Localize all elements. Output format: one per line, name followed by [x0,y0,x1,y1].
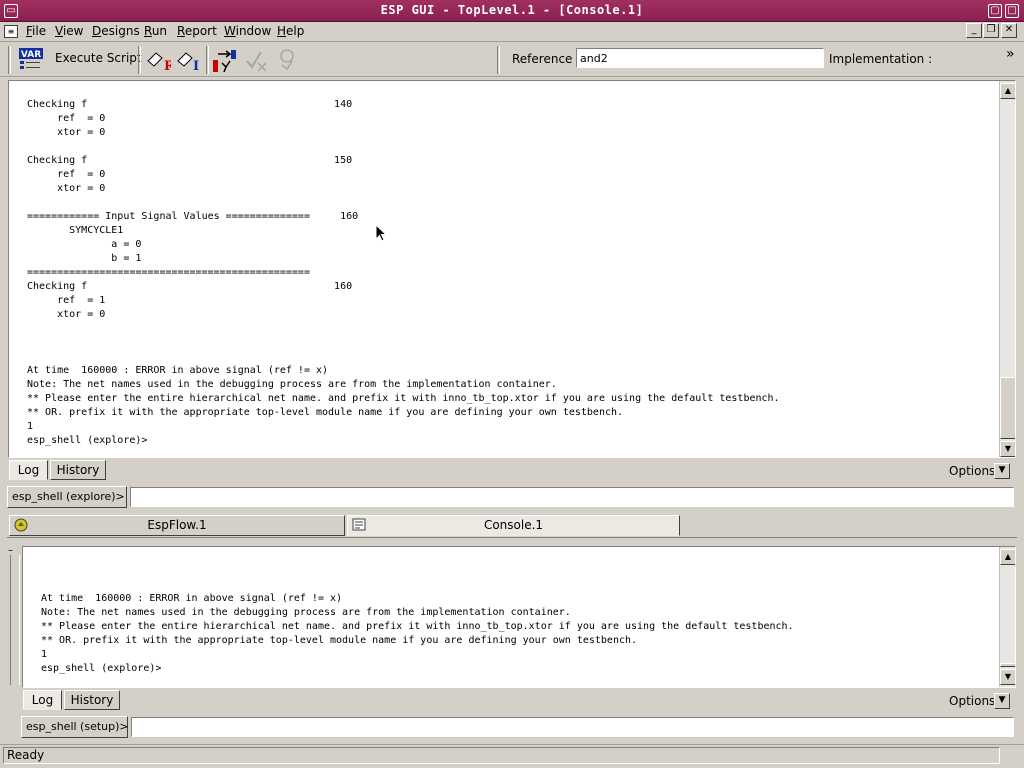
scroll-up-icon[interactable]: ▲ [1000,83,1015,99]
toolbar: VAR Execute Script R I Reference : I [0,43,1024,77]
maximize-icon[interactable]: □ [1005,4,1019,18]
lower-shell-prompt-button[interactable]: esp_shell (setup)> [21,716,129,738]
debug-disabled-icon [274,47,300,73]
upper-shell-input[interactable] [130,487,1014,507]
lower-tab-history[interactable]: History [64,690,120,710]
upper-tab-history[interactable]: History [50,460,106,480]
menu-help[interactable]: Help [277,24,304,38]
mdi-close-icon[interactable]: ✕ [1001,23,1017,38]
upper-options-dropdown-icon[interactable]: ▼ [994,463,1010,479]
document-menu-icon[interactable]: ≡ [4,25,18,38]
reference-input[interactable] [576,48,824,68]
restore-icon[interactable]: ▢ [988,4,1002,18]
scroll-thumb[interactable] [1000,663,1015,667]
scroll-thumb[interactable] [1000,377,1015,439]
svg-text:VAR: VAR [21,50,41,60]
upper-shell-prompt-button[interactable]: esp_shell (explore)> [7,486,127,508]
scroll-up-icon[interactable]: ▲ [1000,549,1015,565]
upper-tab-log[interactable]: Log [9,460,48,480]
lower-console-scrollbar[interactable]: ▲ ▼ [999,547,1015,687]
reference-label: Reference : [512,52,581,66]
lower-console-panel: – At time 160000 : ERROR in above signal… [0,541,1024,691]
upper-console-text: Checking f 140 ref = 0 xtor = 0 Checking… [27,99,780,446]
mouse-cursor-icon [375,224,387,242]
svg-text:R: R [164,59,171,73]
menu-window[interactable]: Window [224,24,271,38]
toolbar-separator [206,46,209,74]
menu-view[interactable]: View [55,24,83,38]
execute-script-button[interactable]: Execute Script [55,51,142,65]
toolbar-separator [138,46,141,74]
menu-run[interactable]: Run [144,24,167,38]
status-bar: Ready [0,744,1024,766]
status-text: Ready [3,747,1000,764]
run-compare-icon[interactable] [212,47,238,73]
window-title: ESP GUI - TopLevel.1 - [Console.1] [380,3,644,17]
console-icon [352,518,366,532]
menu-designs[interactable]: Designs [92,24,140,38]
doc-tab-console-label: Console.1 [483,518,544,532]
implementation-label: Implementation : [829,52,933,66]
lower-console-text: At time 160000 : ERROR in above signal (… [41,593,794,674]
doc-tab-console[interactable]: Console.1 [347,515,680,536]
menu-file[interactable]: File [26,24,46,38]
doc-tab-espflow[interactable]: EspFlow.1 [9,515,345,536]
mdi-minimize-icon[interactable]: _ [966,23,982,38]
upper-console-scrollbar[interactable]: ▲ ▼ [999,81,1015,457]
toolbar-grip [8,46,11,74]
lower-shell-input[interactable] [131,717,1014,737]
lower-console-output[interactable]: At time 160000 : ERROR in above signal (… [22,546,1016,688]
scroll-down-icon[interactable]: ▼ [1000,669,1015,685]
title-bar[interactable]: ▭ ESP GUI - TopLevel.1 - [Console.1] ▢ □ [0,0,1024,22]
toolbar-separator [497,46,500,74]
document-tabs-bar: EspFlow.1 Console.1 [7,514,1017,538]
reference-eraser-icon[interactable]: R [145,47,175,74]
svg-text:I: I [193,59,199,73]
upper-console-output[interactable]: Checking f 140 ref = 0 xtor = 0 Checking… [8,80,1016,458]
upper-options-label: Options: [949,464,1000,478]
lower-options-label: Options: [949,694,1000,708]
mdi-restore-icon[interactable]: ❐ [983,23,999,38]
lower-tab-log[interactable]: Log [23,690,62,710]
toolbar-overflow-button[interactable]: » [1006,46,1015,62]
doc-tab-espflow-label: EspFlow.1 [147,518,207,532]
menu-bar: ≡ File View Designs Run Report Window He… [0,22,1024,42]
menu-report[interactable]: Report [177,24,217,38]
lower-panel-grip[interactable] [10,555,20,685]
verify-disabled-icon [244,47,270,73]
flow-icon [14,518,28,532]
scroll-down-icon[interactable]: ▼ [1000,441,1015,457]
lower-options-dropdown-icon[interactable]: ▼ [994,693,1010,709]
var-script-icon[interactable]: VAR [18,47,44,73]
upper-console-panel: Checking f 140 ref = 0 xtor = 0 Checking… [0,78,1024,461]
implementation-eraser-icon[interactable]: I [175,47,201,74]
